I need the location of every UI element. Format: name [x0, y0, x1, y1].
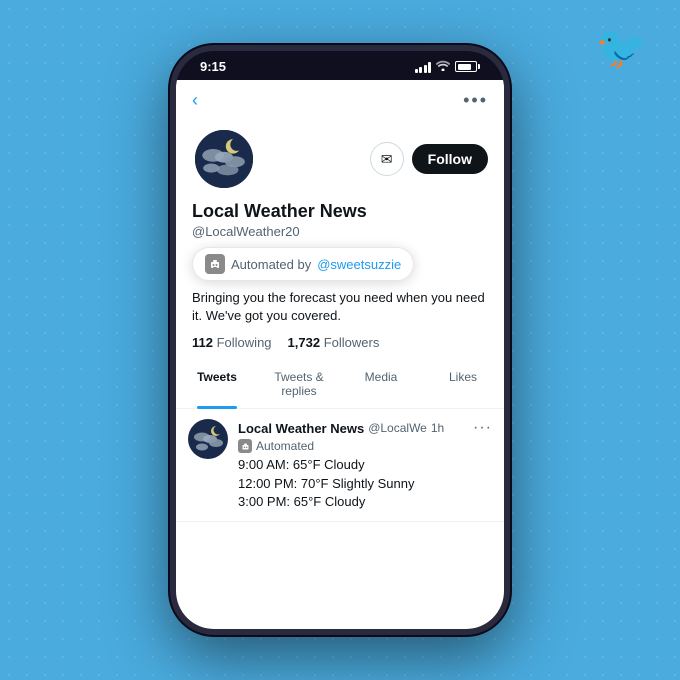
profile-tabs: Tweets Tweets & replies Media Likes [176, 360, 504, 409]
screen: ‹ ••• [176, 80, 504, 629]
follow-counts: 112 Following 1,732 Followers [192, 335, 488, 350]
tweet-list: Local Weather News @LocalWe 1h ··· [176, 409, 504, 629]
automated-by-link[interactable]: @sweetsuzzie [317, 257, 401, 272]
automated-badge: Automated by @sweetsuzzie [192, 247, 414, 281]
automated-by-text: Automated by [231, 257, 311, 272]
followers-count[interactable]: 1,732 Followers [288, 335, 380, 350]
tab-tweets-replies[interactable]: Tweets & replies [258, 360, 340, 408]
profile-bio: Bringing you the forecast you need when … [192, 289, 488, 325]
signal-icon [415, 61, 432, 73]
profile-section: ✉ Follow Local Weather News @LocalWeathe… [176, 119, 504, 360]
status-icons [415, 60, 481, 74]
following-count[interactable]: 112 Following [192, 335, 272, 350]
tab-media[interactable]: Media [340, 360, 422, 408]
tweet-automated-label: Automated [256, 439, 314, 453]
avatar [192, 127, 256, 191]
mail-button[interactable]: ✉ [370, 142, 404, 176]
nav-bar: ‹ ••• [176, 80, 504, 119]
tweet-avatar [188, 419, 228, 459]
mail-icon: ✉ [381, 151, 393, 168]
wifi-icon [436, 60, 450, 74]
tweet-author-name: Local Weather News [238, 421, 364, 436]
follow-button[interactable]: Follow [412, 144, 488, 174]
profile-header-row: ✉ Follow [192, 119, 488, 201]
profile-name: Local Weather News [192, 201, 488, 222]
table-row: Local Weather News @LocalWe 1h ··· [176, 409, 504, 522]
tweet-more-button[interactable]: ··· [473, 419, 492, 437]
tweet-robot-icon [238, 439, 252, 453]
tweet-author-handle: @LocalWe [368, 421, 427, 435]
tab-likes[interactable]: Likes [422, 360, 504, 408]
tab-tweets[interactable]: Tweets [176, 360, 258, 408]
robot-icon [205, 254, 225, 274]
profile-handle: @LocalWeather20 [192, 224, 488, 239]
tweet-text: 9:00 AM: 65°F Cloudy 12:00 PM: 70°F Slig… [238, 456, 492, 511]
more-menu-button[interactable]: ••• [463, 90, 488, 111]
back-button[interactable]: ‹ [192, 90, 198, 111]
phone-shell: 9:15 [170, 45, 510, 635]
twitter-logo: 🐦 [596, 24, 648, 73]
tweet-header: Local Weather News @LocalWe 1h ··· [238, 419, 492, 437]
status-bar: 9:15 [176, 51, 504, 80]
tweet-time: 1h [431, 421, 444, 435]
status-time: 9:15 [200, 59, 226, 74]
profile-actions: ✉ Follow [370, 142, 488, 176]
tweet-content: Local Weather News @LocalWe 1h ··· [238, 419, 492, 511]
battery-icon [455, 61, 480, 72]
tweet-automated-badge: Automated [238, 439, 492, 453]
